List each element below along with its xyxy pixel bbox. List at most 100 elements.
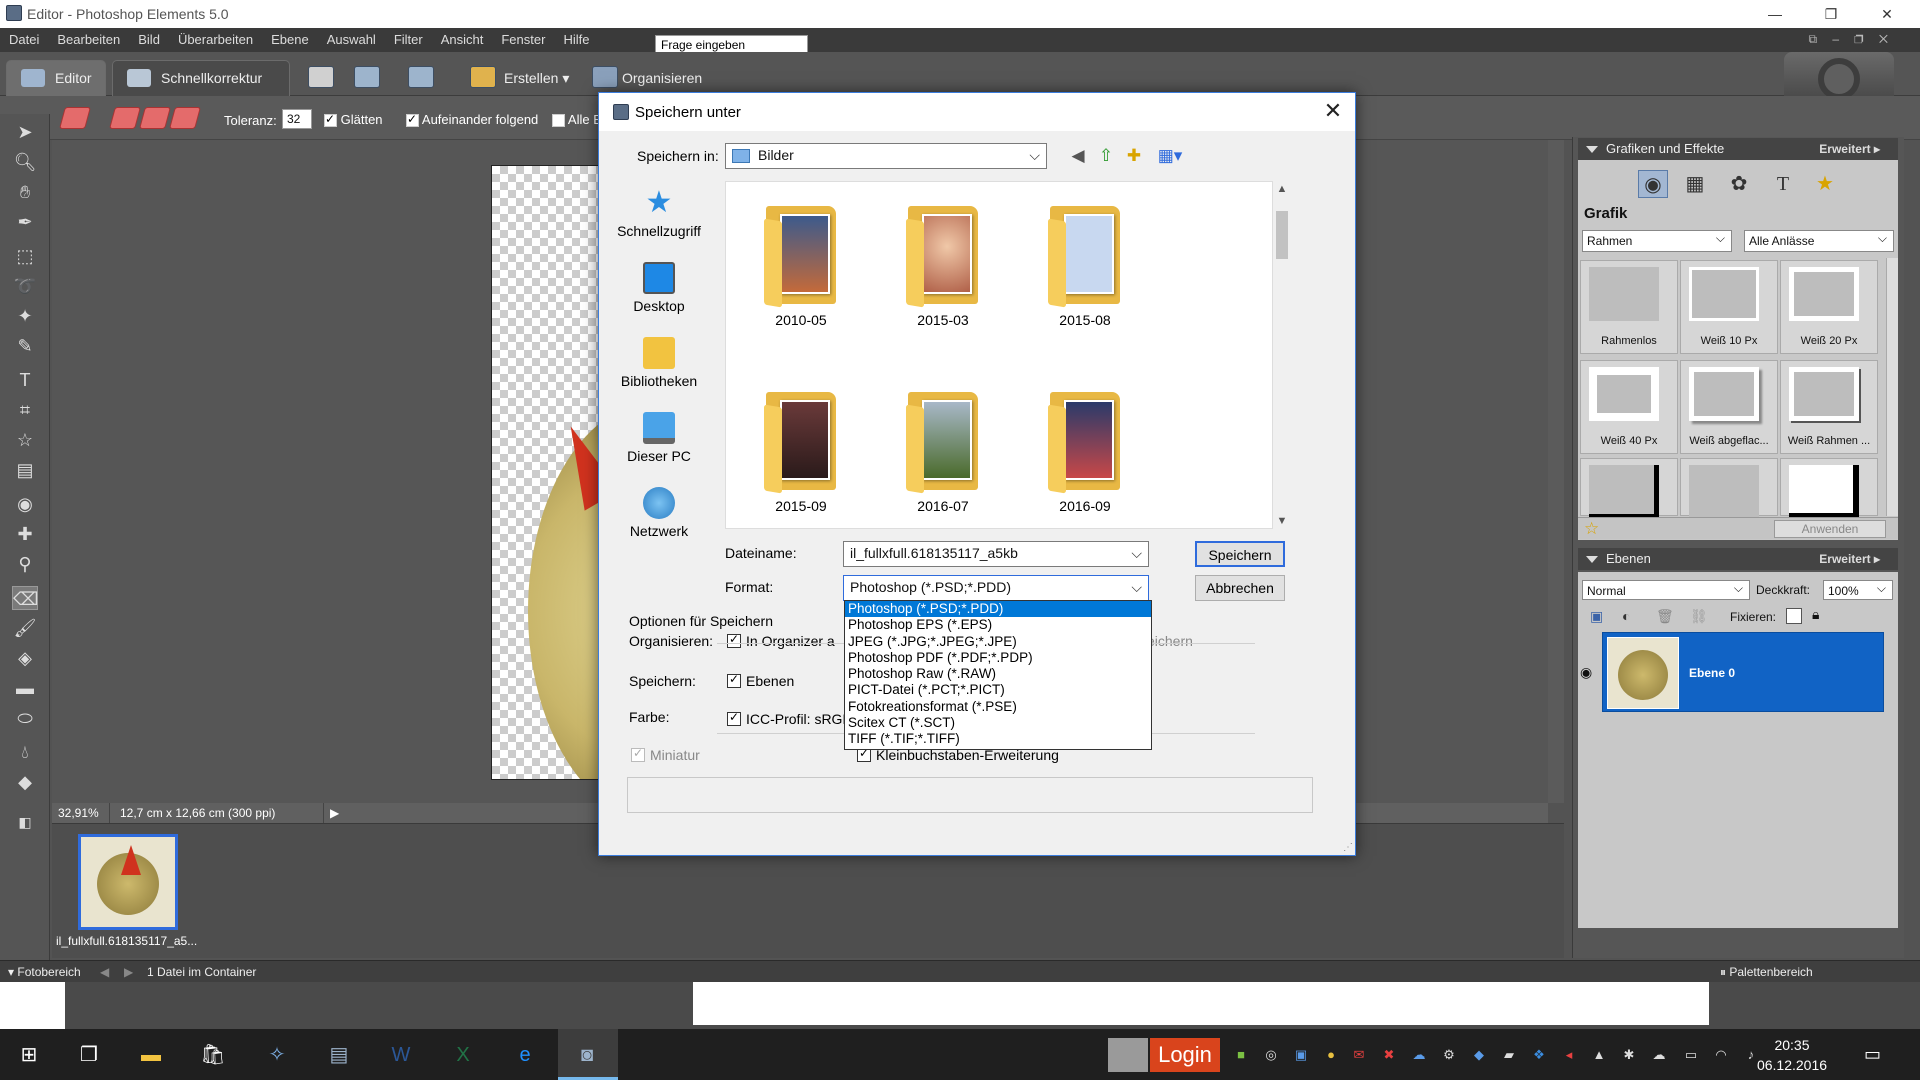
tolerance-input[interactable]: 32 [282,109,312,129]
cookie-cutter-icon[interactable]: ☆ [12,428,38,452]
prev-arrow-icon[interactable]: ◀ [100,965,109,979]
frame-shadow-2[interactable] [1680,458,1778,519]
lowercase-check-icon[interactable] [857,746,871,762]
occasion-select[interactable]: Alle Anlässe [1744,228,1894,252]
save-in-combo[interactable]: Bilder ⌵ [725,143,1047,169]
marquee-tool-icon[interactable]: ⬚ [12,244,38,268]
zoom-level[interactable]: 32,91% [52,803,110,823]
back-icon[interactable]: ◀ [1067,145,1089,167]
notification-center-icon[interactable]: ▭ [1864,1044,1881,1065]
excel-icon[interactable]: X [448,1041,478,1069]
tab-editor[interactable]: Editor [6,60,106,96]
opacity-input[interactable]: 100% [1823,578,1893,600]
app-icon-scanner[interactable]: ▤ [324,1041,354,1069]
folder-item[interactable]: 2010-05 [746,192,856,342]
frame-shadow-3[interactable] [1780,458,1878,519]
frame-weiss-40[interactable]: Weiß 40 Px [1580,360,1678,454]
collapse-icon[interactable] [1586,146,1598,153]
layers-more-button[interactable]: Erweitert ▸ [1819,548,1880,570]
brush-tool-icon[interactable]: 🖌︎ [12,616,38,640]
frame-rahmenlos[interactable]: Rahmenlos [1580,260,1678,354]
app-icon-satellite[interactable]: ✧ [262,1041,292,1069]
color-swatches-icon[interactable]: ◧ [12,810,38,834]
tray-icon-6[interactable]: ✖ [1380,1046,1398,1064]
internet-explorer-icon[interactable]: e [510,1041,540,1069]
tray-icon-5[interactable]: ✉ [1350,1046,1368,1064]
tray-icon-3[interactable]: ▣ [1292,1046,1310,1064]
menu-ueberarbeiten[interactable]: Überarbeiten [169,28,262,52]
place-quick-access[interactable]: ★ Schnellzugriff [613,181,705,253]
frame-weiss-flat[interactable]: Weiß abgeflac... [1680,360,1778,454]
menu-fenster[interactable]: Fenster [492,28,554,52]
contiguous-checkbox[interactable]: Aufeinander folgend [406,112,538,128]
new-layer-icon[interactable]: ▣ [1590,608,1603,625]
adjustment-layer-icon[interactable]: ◐ [1622,608,1630,624]
hand-tool-icon[interactable]: ✋︎ [12,180,38,204]
layers-checkbox[interactable]: Ebenen [727,672,794,689]
start-windows-icon[interactable]: ⊞ [14,1041,44,1069]
format-option-pse[interactable]: Fotokreationsformat (*.PSE) [845,699,1151,715]
all-layers-check-icon[interactable] [552,114,565,128]
organizer-checkbox[interactable]: In Organizer a [727,632,835,649]
crop-tool-icon[interactable]: ⌗ [12,398,38,422]
tab-quick-fix[interactable]: Schnellkorrektur [112,60,290,96]
apply-button[interactable]: Anwenden [1774,520,1886,538]
format-option-jpeg[interactable]: JPEG (*.JPG;*.JPEG;*.JPE) [845,634,1151,650]
menu-auswahl[interactable]: Auswahl [318,28,385,52]
tray-icon-9[interactable]: ◆ [1470,1046,1488,1064]
tray-icon-13[interactable]: ▲ [1590,1046,1608,1064]
photo-bin-toggle[interactable]: ▾ Fotobereich [8,965,81,979]
folder-item[interactable]: 2015-09 [746,378,856,528]
battery-icon[interactable]: ▭ [1682,1046,1700,1064]
category-select[interactable]: Rahmen [1582,228,1732,252]
next-arrow-icon[interactable]: ▶ [124,965,133,979]
icc-check-icon[interactable] [727,710,741,726]
format-option-tiff[interactable]: TIFF (*.TIF;*.TIFF) [845,731,1151,747]
icc-profile-checkbox[interactable]: ICC-Profil: sRGB [727,710,852,727]
format-option-pict[interactable]: PICT-Datei (*.PCT;*.PICT) [845,682,1151,698]
task-view-icon[interactable]: ❐ [74,1041,104,1069]
add-favorite-icon[interactable]: ☆ [1584,519,1599,539]
eyedropper-tool-icon[interactable]: ✒ [12,210,38,234]
photo-bin-thumbnail[interactable] [78,834,178,930]
image-canvas[interactable] [491,165,601,780]
filters-tab-icon[interactable]: ✿ [1724,170,1754,198]
place-desktop[interactable]: Desktop [613,256,705,328]
send-icon[interactable] [408,66,434,88]
all-layers-checkbox[interactable]: Alle E [552,112,602,128]
create-button[interactable]: Erstellen ▾ [504,64,569,92]
layers-check-icon[interactable] [727,672,741,688]
file-explorer-icon[interactable]: ▬ [136,1041,166,1069]
menu-ansicht[interactable]: Ansicht [432,28,493,52]
menu-ebene[interactable]: Ebene [262,28,318,52]
format-option-psd[interactable]: Photoshop (*.PSD;*.PDD) [845,601,1151,618]
word-icon[interactable]: W [386,1041,416,1069]
share-icon[interactable] [354,66,380,88]
effects-scrollbar[interactable] [1886,258,1898,516]
dialog-close-button[interactable]: ✕ [1311,93,1355,131]
lock-transparency-icon[interactable] [1786,608,1802,624]
chrome-tray-icon[interactable]: ● [1322,1046,1340,1064]
new-folder-icon[interactable]: ✚ [1123,145,1145,167]
doc-window-controls[interactable]: ⧉ – ❐ ✕ [1808,32,1894,47]
organizer-check-icon[interactable] [727,632,741,648]
menu-bild[interactable]: Bild [129,28,169,52]
tray-icon-7[interactable]: ☁ [1410,1046,1428,1064]
scroll-up-icon[interactable]: ▲ [1273,183,1291,195]
magic-wand-tool-icon[interactable]: ✦ [12,304,38,328]
place-network[interactable]: Netzwerk [613,481,705,553]
collapse-icon[interactable] [1586,556,1598,563]
cancel-button[interactable]: Abbrechen [1195,575,1285,601]
wd-tray-icon[interactable]: ▰ [1500,1046,1518,1064]
menu-datei[interactable]: Datei [0,28,48,52]
favorites-tab-icon[interactable]: ★ [1810,170,1840,198]
folder-item[interactable]: 2016-09 [1030,378,1140,528]
layer-visibility-eye-icon[interactable]: ◉ [1580,664,1592,681]
link-layer-icon[interactable]: ⛓︎ [1690,608,1708,625]
menu-hilfe[interactable]: Hilfe [554,28,598,52]
frame-weiss-10[interactable]: Weiß 10 Px [1680,260,1778,354]
zoom-tool-icon[interactable]: 🔍︎ [12,150,38,174]
view-menu-icon[interactable]: ▦▾ [1155,145,1185,167]
scroll-down-icon[interactable]: ▼ [1273,515,1291,527]
maximize-button[interactable]: ❐ [1808,0,1854,28]
